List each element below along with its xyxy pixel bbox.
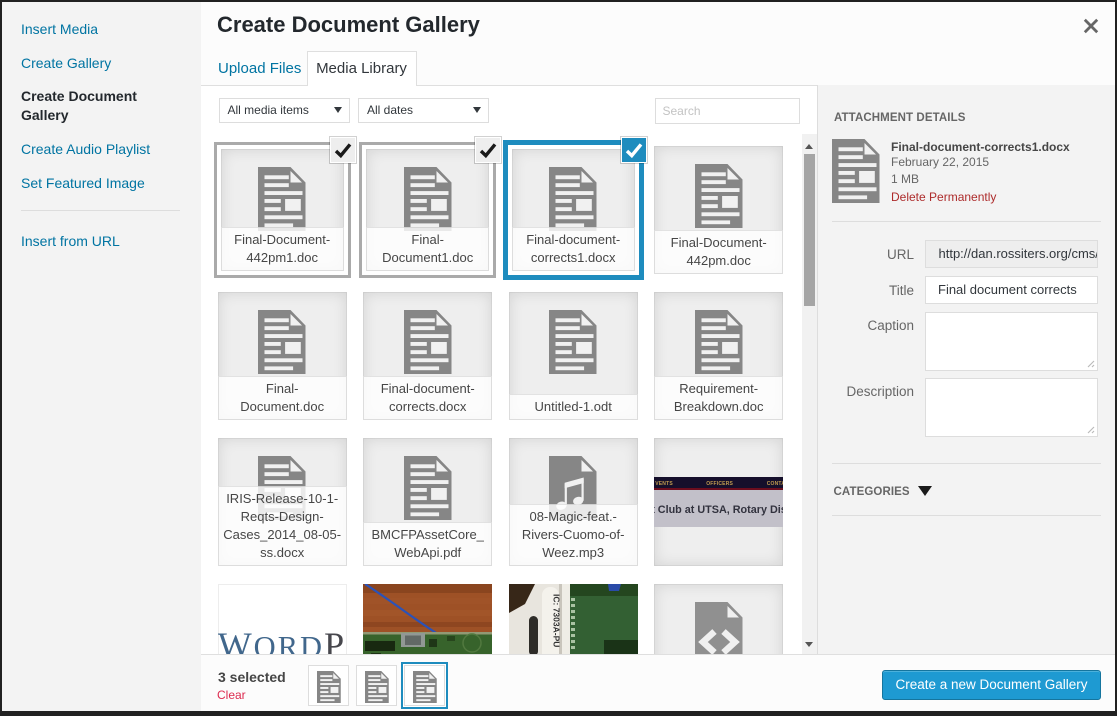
svg-text:IC: 7303A-PU: IC: 7303A-PU xyxy=(551,594,561,647)
